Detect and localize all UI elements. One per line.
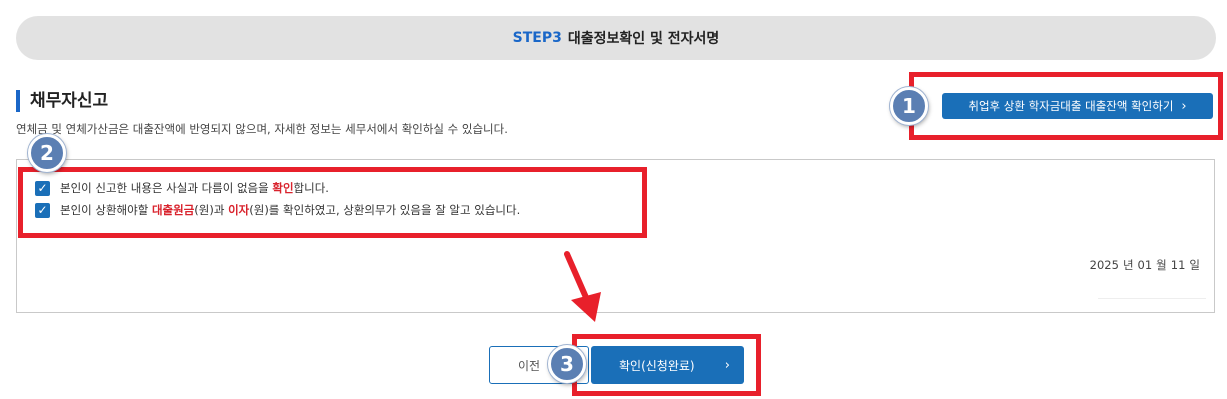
callout-badge-1: 1	[890, 87, 928, 125]
callout-badge-3: 3	[548, 345, 586, 383]
annotation-frame-1	[909, 72, 1223, 140]
step-number: STEP3	[512, 30, 562, 46]
annotation-arrow-icon	[564, 251, 601, 322]
date-year: 2025	[1089, 258, 1119, 272]
signing-date: 2025 년 01 월 11 일	[1089, 258, 1200, 272]
annotation-frame-3	[572, 334, 761, 396]
date-month: 01	[1137, 258, 1153, 272]
section-description: 연체금 및 연체가산금은 대출잔액에 반영되지 않으며, 자세한 정보는 세무서…	[16, 122, 508, 136]
section-title: 채무자신고	[16, 90, 108, 112]
callout-badge-2: 2	[28, 134, 66, 172]
signature-field[interactable]	[1098, 276, 1206, 299]
annotation-frame-2	[18, 167, 647, 238]
step-title: 대출정보확인 및 전자서명	[567, 31, 720, 47]
step-header: STEP3 대출정보확인 및 전자서명	[16, 16, 1216, 60]
date-day: 11	[1170, 258, 1186, 272]
